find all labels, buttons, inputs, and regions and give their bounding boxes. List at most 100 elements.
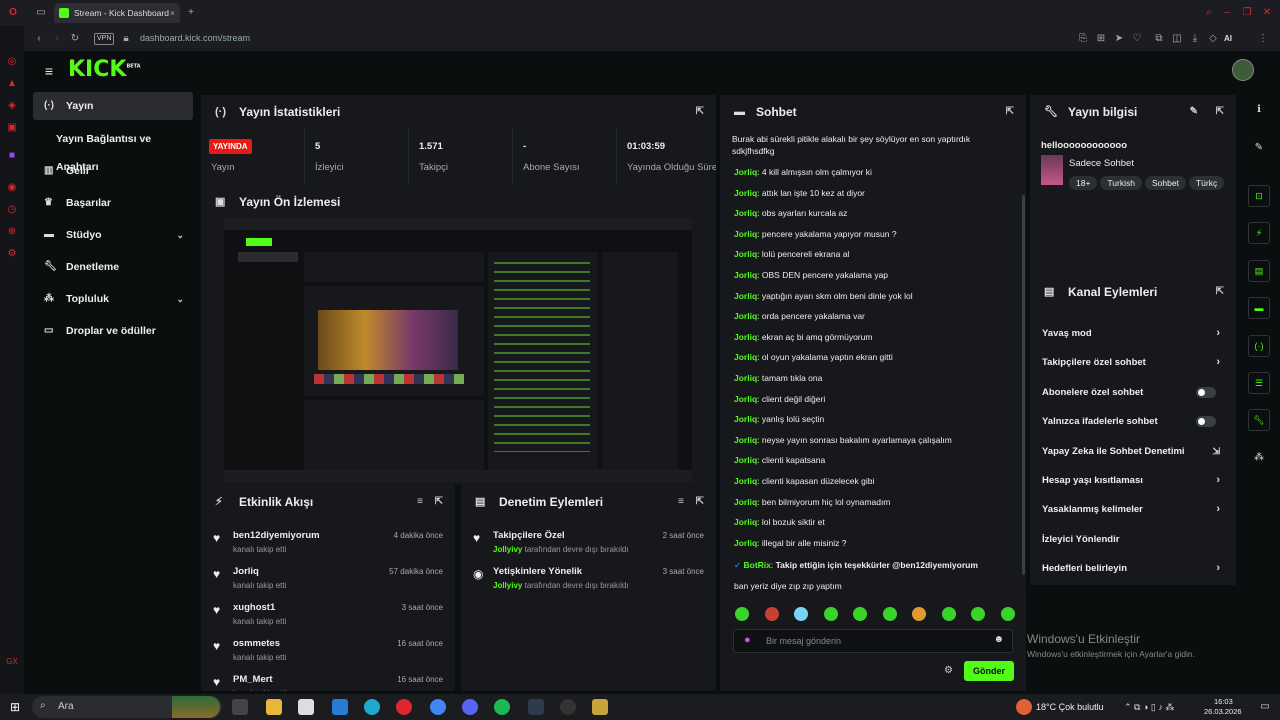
- edit-icon[interactable]: ✎: [1190, 95, 1198, 129]
- nav-item-6[interactable]: ⁂ Topluluk ⌄: [40, 285, 192, 313]
- emote-icon[interactable]: [823, 607, 838, 621]
- sidebar-ai-icon[interactable]: ◎: [4, 52, 20, 72]
- close-window-icon[interactable]: ✕: [1260, 3, 1274, 23]
- filter-icon[interactable]: ≡: [678, 485, 684, 519]
- popout-icon[interactable]: ⇱: [1006, 95, 1014, 129]
- extensions-icon[interactable]: ⧉: [1152, 29, 1166, 49]
- chat-scrollbar[interactable]: [1022, 195, 1025, 575]
- channel-action-row[interactable]: İzleyici Yönlendir: [1042, 525, 1220, 554]
- maximize-icon[interactable]: ❐: [1240, 3, 1254, 23]
- file-explorer-icon[interactable]: [266, 699, 282, 715]
- minimize-icon[interactable]: –: [1220, 3, 1234, 23]
- ai-label[interactable]: AI: [1224, 34, 1232, 43]
- emote-icon[interactable]: [853, 607, 867, 621]
- channel-action-row[interactable]: Yavaş mod ›: [1042, 319, 1220, 348]
- nav-item-1[interactable]: Yayın Bağlantısı ve Anahtarı: [40, 125, 192, 173]
- chat-input[interactable]: ● Bir mesaj gönderin ☻: [733, 629, 1013, 653]
- chat-username[interactable]: Jorliq: [734, 291, 757, 301]
- store-icon[interactable]: [298, 699, 314, 715]
- emoji-icon[interactable]: ☻: [993, 634, 1004, 645]
- nav-item-3[interactable]: ♛ Başarılar: [40, 189, 192, 217]
- app-icon[interactable]: [528, 699, 544, 715]
- emote-icon[interactable]: [735, 607, 749, 621]
- channel-action-row[interactable]: Yapay Zeka ile Sohbet Denetimi ⇲: [1042, 437, 1220, 466]
- sidebar-gx-icon[interactable]: GX: [2, 652, 22, 672]
- chat-username[interactable]: Jorliq: [734, 249, 757, 259]
- clip-icon[interactable]: ⊡: [1248, 185, 1270, 207]
- avatar[interactable]: [1232, 59, 1254, 81]
- sidebar-bag-icon[interactable]: ▲: [4, 74, 20, 94]
- popout-icon[interactable]: ⇱: [435, 485, 443, 519]
- chat-username[interactable]: Jorliq: [734, 332, 757, 342]
- tab-kick-dashboard[interactable]: Stream - Kick Dashboard ×: [54, 3, 180, 23]
- opera-icon[interactable]: O: [4, 3, 22, 23]
- activity-row[interactable]: ♥ Jorliq kanalı takip etti 57 dakika önce: [201, 561, 455, 597]
- chat-settings-icon[interactable]: ⚙: [944, 665, 953, 676]
- chat-username[interactable]: Jorliq: [734, 167, 757, 177]
- document-tool-icon[interactable]: ▤: [1248, 260, 1270, 282]
- search-tabs-icon[interactable]: ⌕: [1202, 3, 1216, 23]
- emote-icon[interactable]: [941, 607, 956, 621]
- channel-action-row[interactable]: Takipçilere özel sohbet ›: [1042, 348, 1220, 377]
- emote-icon[interactable]: [882, 607, 897, 621]
- reload-icon[interactable]: ↻: [68, 29, 82, 49]
- clock-time[interactable]: 16:03: [1214, 697, 1233, 706]
- url-field[interactable]: dashboard.kick.com/stream: [140, 29, 440, 48]
- stack-tool-icon[interactable]: ☰: [1248, 372, 1270, 394]
- activity-row[interactable]: ♥ PM_Mert kanalı takip etti 16 saat önce: [201, 669, 455, 691]
- emote-icon[interactable]: [971, 607, 985, 621]
- chat-username[interactable]: BotRix: [743, 560, 770, 570]
- mod-action-row[interactable]: ◉ Yetişkinlere Yönelik Jollyivy tarafından…: [461, 561, 716, 597]
- weather-text[interactable]: 18°C Çok bulutlu: [1036, 702, 1104, 712]
- hamburger-menu-icon[interactable]: ≡: [40, 61, 58, 81]
- vpn-badge[interactable]: VPN: [94, 33, 115, 45]
- emote-icon[interactable]: [912, 607, 926, 621]
- snapshot-icon[interactable]: ⎘: [1076, 29, 1090, 49]
- tray-icons[interactable]: ⌃ ⧉ ◑ ▯ ♪ ⁂: [1124, 697, 1194, 717]
- tab-close-icon[interactable]: ×: [170, 3, 175, 23]
- chat-username[interactable]: Jorliq: [734, 538, 757, 548]
- browser-menu-icon[interactable]: ⋮: [1256, 29, 1270, 49]
- popout-icon[interactable]: ⇱: [1216, 95, 1224, 129]
- nav-item-5[interactable]: 🔧︎ Denetleme: [40, 253, 192, 281]
- windows-start-icon[interactable]: ⊞: [6, 697, 24, 717]
- nav-item-7[interactable]: ▭ Droplar ve ödüller: [40, 317, 192, 345]
- new-tab-icon[interactable]: +: [184, 3, 198, 23]
- tag-chip[interactable]: Türkç: [1188, 176, 1225, 190]
- sidebar-messenger-icon[interactable]: ◈: [4, 96, 20, 116]
- nav-item-4[interactable]: ▬ Stüdyo ⌄: [40, 221, 192, 249]
- kick-logo[interactable]: KICKBETA: [68, 57, 141, 82]
- opera-taskbar-icon[interactable]: [396, 699, 412, 715]
- task-view-icon[interactable]: [232, 699, 248, 715]
- channel-action-row[interactable]: Abonelere özel sohbet: [1042, 378, 1220, 407]
- chat-username[interactable]: Jorliq: [734, 455, 757, 465]
- wrench-tool-icon[interactable]: 🔧︎: [1248, 409, 1270, 431]
- sidebar-download-icon[interactable]: ⊕: [4, 222, 20, 242]
- activity-row[interactable]: ♥ xughost1 kanalı takip etti 3 saat önce: [201, 597, 455, 633]
- chat-username[interactable]: Jorliq: [734, 311, 757, 321]
- send-button[interactable]: Gönder: [964, 661, 1014, 681]
- emote-icon[interactable]: [1000, 607, 1015, 621]
- screenshot-icon[interactable]: ◫: [1170, 29, 1184, 49]
- chat-username[interactable]: Jorliq: [734, 352, 757, 362]
- pin-icon[interactable]: ⊞: [1094, 29, 1108, 49]
- send-icon[interactable]: ➤: [1112, 29, 1126, 49]
- broadcast-tool-icon[interactable]: (·): [1248, 335, 1270, 357]
- popout-icon[interactable]: ⇱: [696, 95, 704, 129]
- emote-icon[interactable]: [764, 607, 779, 621]
- nav-item-0[interactable]: (·) Yayın: [33, 92, 193, 120]
- chat-username[interactable]: Jorliq: [734, 270, 757, 280]
- league-icon[interactable]: [592, 699, 608, 715]
- popout-icon[interactable]: ⇱: [1216, 275, 1224, 309]
- obs-icon[interactable]: [560, 699, 576, 715]
- activity-row[interactable]: ♥ osmmetes kanalı takip etti 16 saat önce: [201, 633, 455, 669]
- sidebar-settings-icon[interactable]: ⚙: [4, 244, 20, 264]
- mod-action-row[interactable]: ♥ Takipçilere Özel Jollyivy tarafından dev…: [461, 525, 716, 561]
- microphone-icon[interactable]: ●: [744, 634, 751, 646]
- chat-username[interactable]: Jorliq: [734, 497, 757, 507]
- chat-username[interactable]: Jorliq: [734, 394, 757, 404]
- toggle-switch[interactable]: [1196, 416, 1216, 428]
- chat-username[interactable]: Jorliq: [734, 188, 757, 198]
- chat-username[interactable]: Jorliq: [734, 373, 757, 383]
- sidebar-history-icon[interactable]: ◷: [4, 200, 20, 220]
